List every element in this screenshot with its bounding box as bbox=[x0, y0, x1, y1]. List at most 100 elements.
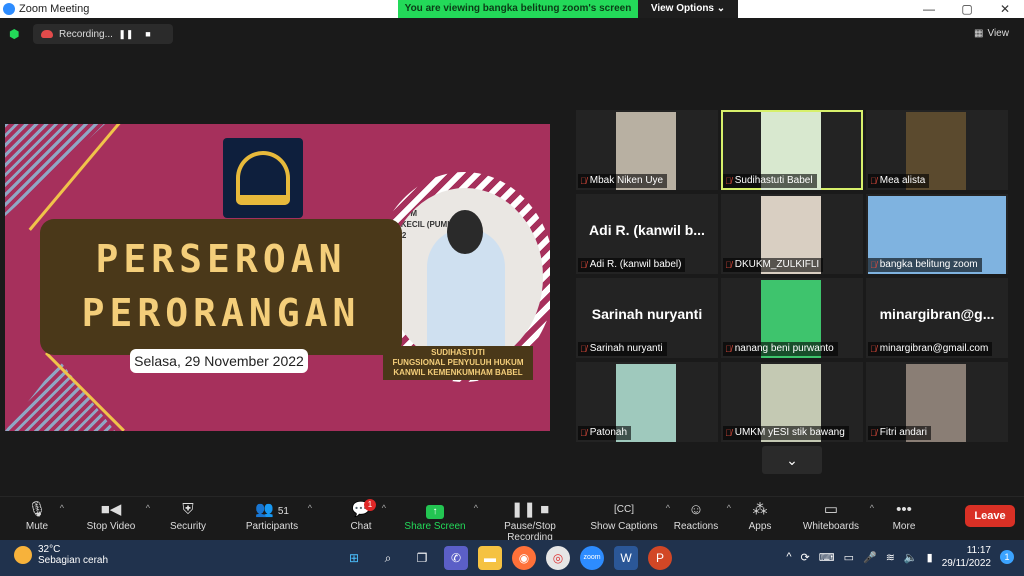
chevron-up-icon[interactable]: ^ bbox=[727, 503, 731, 513]
windows-start-icon[interactable]: ⊞ bbox=[342, 546, 366, 570]
grid-icon: ▦ bbox=[974, 27, 984, 39]
mute-button[interactable]: 🎙 Mute ^ bbox=[22, 499, 64, 532]
zoom-app-icon[interactable]: zoom bbox=[580, 546, 604, 570]
maximize-button[interactable]: ▢ bbox=[948, 0, 986, 18]
emoji-icon: ☺ bbox=[688, 501, 704, 518]
mute-label: Mute bbox=[25, 521, 49, 532]
security-button[interactable]: ⛨ Security bbox=[168, 499, 208, 532]
participant-name-label: 🎙̸ DKUKM_ZULKIFLI bbox=[723, 258, 824, 272]
task-view-icon[interactable]: ❐ bbox=[410, 546, 434, 570]
weather-desc: Sebagian cerah bbox=[38, 555, 109, 566]
participant-tile[interactable]: 🎙̸ UMKM yESI stik bawang bbox=[721, 362, 863, 442]
microphone-icon: 🎙 bbox=[27, 501, 47, 518]
participant-tile[interactable]: minargibran@g... 🎙̸ minargibran@gmail.com bbox=[866, 278, 1008, 358]
stop-video-button[interactable]: ■◀ Stop Video ^ bbox=[84, 499, 150, 532]
participant-name: bangka belitung zoom bbox=[879, 259, 978, 270]
more-label: More bbox=[892, 521, 916, 532]
weather-widget[interactable]: 32°C Sebagian cerah bbox=[14, 544, 108, 566]
recording-indicator: Recording... ❚❚ ■ bbox=[33, 24, 173, 44]
file-explorer-icon[interactable]: ▬ bbox=[478, 546, 502, 570]
muted-mic-icon: 🎙̸ bbox=[870, 344, 877, 354]
slide-title-box: PERSEROAN PERORANGAN bbox=[40, 219, 402, 355]
display-icon[interactable]: ▭ bbox=[844, 551, 854, 564]
apps-button[interactable]: ⁂ Apps bbox=[744, 499, 776, 532]
view-label: View bbox=[987, 27, 1009, 39]
participant-tile[interactable]: 🎙̸ nanang beni purwanto bbox=[721, 278, 863, 358]
notification-badge[interactable]: 1 bbox=[1000, 550, 1014, 564]
participant-name: Sarinah nuryanti bbox=[589, 343, 663, 354]
participant-display-name: Adi R. (kanwil b... bbox=[589, 222, 705, 238]
chevron-up-icon[interactable]: ^ bbox=[666, 503, 670, 513]
close-button[interactable]: ✕ bbox=[986, 0, 1024, 18]
participant-tile[interactable]: 🎙̸ bangka belitung zoom bbox=[866, 194, 1008, 274]
chevron-up-icon[interactable]: ^ bbox=[870, 503, 874, 513]
chrome-icon[interactable]: ◎ bbox=[546, 546, 570, 570]
speaker-photo: UKUM A KECIL (PUMK) 022 bbox=[387, 188, 543, 366]
video-camera-icon: ■◀ bbox=[100, 501, 122, 518]
chevron-up-icon[interactable]: ^ bbox=[786, 551, 791, 563]
participant-name: nanang beni purwanto bbox=[734, 343, 834, 354]
chevron-up-icon[interactable]: ^ bbox=[474, 503, 478, 513]
participant-name: Fitri andari bbox=[879, 427, 927, 438]
participant-name-label: 🎙̸ Sarinah nuryanti bbox=[578, 342, 667, 356]
captions-button[interactable]: [CC] Show Captions ^ bbox=[590, 499, 670, 532]
chevron-up-icon[interactable]: ^ bbox=[382, 503, 386, 513]
scroll-down-button[interactable]: ⌄ bbox=[762, 446, 822, 474]
recording-label: Recording... bbox=[59, 28, 113, 40]
stop-recording-icon[interactable]: ■ bbox=[139, 29, 157, 39]
powerpoint-icon[interactable]: P bbox=[648, 546, 672, 570]
view-button[interactable]: ▦ View bbox=[974, 24, 1014, 42]
leave-button[interactable]: Leave bbox=[965, 505, 1015, 527]
volume-icon[interactable]: 🔈 bbox=[904, 551, 918, 564]
microphone-icon[interactable]: 🎤 bbox=[863, 551, 877, 564]
share-screen-button[interactable]: ↑ Share Screen ^ bbox=[404, 499, 478, 532]
participants-button[interactable]: 👥 51 Participants ^ bbox=[244, 499, 312, 532]
apps-icon: ⁂ bbox=[752, 501, 768, 518]
participant-name: DKUKM_ZULKIFLI bbox=[734, 259, 820, 270]
shield-icon[interactable]: ⬢ bbox=[9, 27, 21, 41]
clock-date: 29/11/2022 bbox=[941, 558, 991, 569]
view-options-button[interactable]: View Options ⌄ bbox=[638, 0, 738, 18]
more-button[interactable]: ••• More bbox=[888, 499, 920, 532]
participant-name-label: 🎙̸ bangka belitung zoom bbox=[868, 258, 982, 272]
participant-name: Mbak Niken Uye bbox=[589, 175, 664, 186]
participant-name-label: 🎙̸ Mbak Niken Uye bbox=[578, 174, 668, 188]
chevron-up-icon[interactable]: ^ bbox=[308, 503, 312, 513]
participant-name-label: 🎙̸ minargibran@gmail.com bbox=[868, 342, 993, 356]
chevron-down-icon: ⌄ bbox=[786, 452, 798, 468]
teams-icon[interactable]: ✆ bbox=[444, 546, 468, 570]
keyboard-icon[interactable]: ⌨ bbox=[819, 551, 835, 564]
reactions-button[interactable]: ☺ Reactions ^ bbox=[673, 499, 731, 532]
word-icon[interactable]: W bbox=[614, 546, 638, 570]
participant-tile[interactable]: 🎙̸ Mbak Niken Uye bbox=[576, 110, 718, 190]
participant-tile[interactable]: Adi R. (kanwil b... 🎙̸ Adi R. (kanwil babe… bbox=[576, 194, 718, 274]
firefox-icon[interactable]: ◉ bbox=[512, 546, 536, 570]
wifi-icon[interactable]: ≋ bbox=[886, 551, 895, 564]
pause-recording-icon[interactable]: ❚❚ bbox=[117, 29, 135, 40]
pause-stop-recording-button[interactable]: ❚❚ ■ Pause/Stop Recording bbox=[480, 499, 580, 543]
speaker-head bbox=[447, 210, 483, 254]
participant-tile[interactable]: 🎙̸ Mea alista bbox=[866, 110, 1008, 190]
participant-tile[interactable]: 🎙̸ Patonah bbox=[576, 362, 718, 442]
battery-icon[interactable]: ▮ bbox=[927, 551, 933, 564]
speaker-role: FUNGSIONAL PENYULUH HUKUM bbox=[392, 358, 524, 367]
search-icon[interactable]: ⌕ bbox=[376, 546, 400, 570]
sync-icon[interactable]: ⟳ bbox=[800, 551, 809, 564]
chevron-up-icon[interactable]: ^ bbox=[60, 503, 64, 513]
chevron-up-icon[interactable]: ^ bbox=[146, 503, 150, 513]
participant-tile[interactable]: 🎙̸ DKUKM_ZULKIFLI bbox=[721, 194, 863, 274]
clock[interactable]: 11:17 29/11/2022 bbox=[942, 544, 991, 570]
whiteboards-button[interactable]: ▭ Whiteboards ^ bbox=[800, 499, 874, 532]
participant-name-label: 🎙̸ nanang beni purwanto bbox=[723, 342, 838, 356]
whiteboard-icon: ▭ bbox=[823, 501, 839, 518]
participant-tile[interactable]: Sarinah nuryanti 🎙̸ Sarinah nuryanti bbox=[576, 278, 718, 358]
chat-button[interactable]: 💬 1 Chat ^ bbox=[348, 499, 386, 532]
participant-tile[interactable]: 🎙̸ Fitri andari bbox=[866, 362, 1008, 442]
chat-label: Chat bbox=[350, 521, 372, 532]
minimize-button[interactable]: — bbox=[910, 0, 948, 18]
speaker-name: SUDIHASTUTI bbox=[431, 348, 485, 357]
participant-tile[interactable]: 🎙̸ Sudihastuti Babel bbox=[721, 110, 863, 190]
screen-share-banner: You are viewing bangka belitung zoom's s… bbox=[398, 0, 738, 18]
slide-title-line1: PERSEROAN bbox=[95, 237, 347, 281]
participant-name-label: 🎙̸ Sudihastuti Babel bbox=[723, 174, 817, 188]
